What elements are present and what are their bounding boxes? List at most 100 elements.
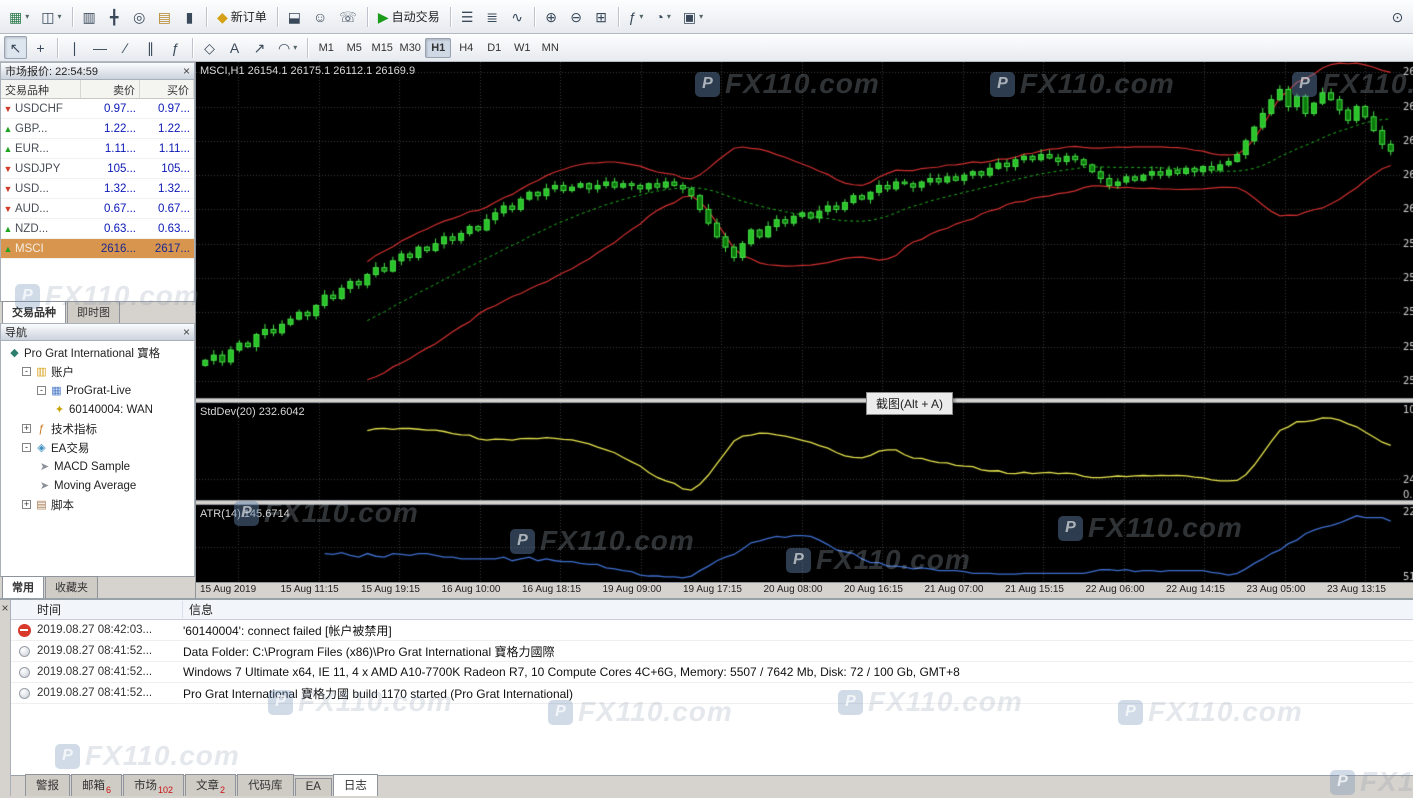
chart-line-button[interactable]: ∿ bbox=[506, 5, 529, 28]
timeframe-m15[interactable]: M15 bbox=[369, 38, 395, 58]
terminal-tab-邮箱[interactable]: 邮箱 6 bbox=[71, 774, 123, 796]
terminal-tabs: 警报 邮箱 6 市场 102 文章 2 代码库 EA 日志 bbox=[11, 774, 1413, 796]
log-row[interactable]: 2019.08.27 08:41:52... Pro Grat Internati… bbox=[11, 683, 1413, 704]
tree-item[interactable]: + ƒ 技术指标 bbox=[1, 419, 194, 438]
market-watch-tab[interactable]: 即时图 bbox=[67, 301, 120, 323]
market-watch-row[interactable]: ▼ USDCHF 0.97... 0.97... bbox=[1, 99, 194, 119]
market-watch-row[interactable]: ▲ MSCI 2616... 2617... bbox=[1, 239, 194, 259]
tile-windows-button[interactable]: ⊞ bbox=[590, 5, 613, 28]
expand-icon[interactable]: + bbox=[22, 424, 31, 433]
timeframe-mn[interactable]: MN bbox=[537, 38, 563, 58]
new-order-button[interactable]: ◆ 新订单 bbox=[212, 5, 272, 28]
column-header[interactable]: 买价 bbox=[140, 80, 194, 98]
timeframe-m1[interactable]: M1 bbox=[313, 38, 339, 58]
column-header[interactable]: 交易品种 bbox=[1, 80, 81, 98]
fibonacci-button[interactable]: ƒ bbox=[164, 36, 187, 59]
zoom-out-button[interactable]: ⊖ bbox=[565, 5, 588, 28]
arrow-up-icon: ▲ bbox=[3, 243, 13, 254]
timeframe-w1[interactable]: W1 bbox=[509, 38, 535, 58]
metaeditor-button[interactable]: ⬓ bbox=[283, 5, 306, 28]
log-row[interactable]: 2019.08.27 08:41:52... Data Folder: C:\Pr… bbox=[11, 641, 1413, 662]
close-icon[interactable]: × bbox=[183, 326, 190, 338]
new-chart-button[interactable]: ▦ ▾ bbox=[4, 5, 34, 28]
market-watch-row[interactable]: ▼ AUD... 0.67... 0.67... bbox=[1, 199, 194, 219]
market-watch-row[interactable]: ▲ GBP... 1.22... 1.22... bbox=[1, 119, 194, 139]
zoom-in-button[interactable]: ⊕ bbox=[540, 5, 563, 28]
terminal-column-message[interactable]: 信息 bbox=[183, 601, 1413, 618]
terminal-tab-文章[interactable]: 文章 2 bbox=[185, 774, 237, 796]
timeframe-h4[interactable]: H4 bbox=[453, 38, 479, 58]
shapes-button[interactable]: ◇ bbox=[198, 36, 221, 59]
close-icon[interactable]: × bbox=[1, 602, 8, 614]
new-order-icon: ◆ bbox=[216, 8, 228, 25]
strategy-tester-button[interactable]: ▮ bbox=[178, 5, 201, 28]
terminal-tab-日志[interactable]: 日志 bbox=[332, 774, 378, 796]
timeframe-m30[interactable]: M30 bbox=[397, 38, 423, 58]
trendline-button[interactable]: ∕ bbox=[114, 36, 137, 59]
tree-item[interactable]: ◆ Pro Grat International 寶格 bbox=[1, 343, 194, 362]
autotrading-button[interactable]: ▶ 自动交易 bbox=[373, 5, 445, 28]
indicators-button[interactable]: ƒ ▾ bbox=[624, 5, 649, 28]
navigator-button[interactable]: ◎ bbox=[128, 5, 151, 28]
tree-item[interactable]: - ▦ ProGrat-Live bbox=[1, 381, 194, 400]
support-button[interactable]: ☏ bbox=[334, 5, 362, 28]
tree-item[interactable]: - ▥ 账户 bbox=[1, 362, 194, 381]
tree-item[interactable]: ➤ MACD Sample bbox=[1, 457, 194, 476]
column-header[interactable]: 卖价 bbox=[81, 80, 140, 98]
folder-icon: ▥ bbox=[36, 366, 47, 378]
market-watch-row[interactable]: ▲ EUR... 1.11... 1.11... bbox=[1, 139, 194, 159]
expand-icon[interactable]: + bbox=[22, 500, 31, 509]
symbol-name: MSCI bbox=[15, 242, 44, 255]
horizontal-line-button[interactable]: ― bbox=[88, 36, 112, 59]
toolbar-separator bbox=[617, 6, 619, 27]
close-icon[interactable]: × bbox=[183, 65, 190, 77]
log-row[interactable]: 2019.08.27 08:41:52... Windows 7 Ultimate… bbox=[11, 662, 1413, 683]
experts-button[interactable]: ☺ bbox=[308, 5, 332, 28]
chart-canvas[interactable] bbox=[196, 62, 1413, 582]
text-button[interactable]: A bbox=[223, 36, 246, 59]
market-watch-tab[interactable]: 交易品种 bbox=[2, 301, 66, 323]
profiles-icon: ◫ bbox=[41, 8, 55, 25]
channel-button[interactable]: ∥ bbox=[139, 36, 162, 59]
collapse-icon[interactable]: - bbox=[22, 443, 31, 452]
timeframe-d1[interactable]: D1 bbox=[481, 38, 507, 58]
bid-price: 0.97... bbox=[104, 102, 136, 115]
tree-item-label: ProGrat-Live bbox=[66, 384, 132, 397]
market-watch-row[interactable]: ▼ USD... 1.32... 1.32... bbox=[1, 179, 194, 199]
timeframe-h1[interactable]: H1 bbox=[425, 37, 452, 58]
chart-ohlc-label: MSCI,H1 26154.1 26175.1 26112.1 26169.9 bbox=[200, 65, 416, 77]
data-window-button[interactable]: ╋ bbox=[103, 5, 126, 28]
terminal-tab-代码库[interactable]: 代码库 bbox=[237, 774, 294, 796]
market-watch-row[interactable]: ▼ USDJPY 105... 105... bbox=[1, 159, 194, 179]
cycles-button[interactable]: ◠ ▾ bbox=[273, 36, 302, 59]
profiles-button[interactable]: ◫ ▾ bbox=[36, 5, 66, 28]
search-button[interactable]: ⊙ bbox=[1386, 5, 1409, 28]
tree-item[interactable]: ➤ Moving Average bbox=[1, 476, 194, 495]
navigator-tab[interactable]: 收藏夹 bbox=[45, 576, 98, 598]
collapse-icon[interactable]: - bbox=[37, 386, 46, 395]
terminal-tab-警报[interactable]: 警报 bbox=[25, 774, 70, 796]
market-watch-button[interactable]: ▥ bbox=[78, 5, 101, 28]
terminal-button[interactable]: ▤ bbox=[153, 5, 176, 28]
timeframe-m5[interactable]: M5 bbox=[341, 38, 367, 58]
tree-item[interactable]: + ▤ 脚本 bbox=[1, 495, 194, 514]
tree-item[interactable]: - ◈ EA交易 bbox=[1, 438, 194, 457]
time-axis[interactable]: 15 Aug 2019 15 Aug 11:15 15 Aug 19:15 16 Au… bbox=[196, 582, 1413, 598]
terminal-tab-市场[interactable]: 市场 102 bbox=[123, 774, 185, 796]
crosshair-button[interactable]: + bbox=[29, 36, 52, 59]
collapse-icon[interactable]: - bbox=[22, 367, 31, 376]
chart-candles-button[interactable]: ≣ bbox=[481, 5, 504, 28]
log-row[interactable]: 2019.08.27 08:42:03... '60140004': connec… bbox=[11, 620, 1413, 641]
terminal-column-time[interactable]: 时间 bbox=[11, 601, 183, 618]
terminal-tab-EA[interactable]: EA bbox=[294, 778, 332, 796]
cursor-button[interactable]: ↖ bbox=[4, 36, 27, 59]
arrows-button[interactable]: ↗ bbox=[248, 36, 271, 59]
tree-item[interactable]: ✦ 60140004: WAN bbox=[1, 400, 194, 419]
vertical-line-icon: ∣ bbox=[71, 39, 78, 56]
chart-bars-button[interactable]: ☰ bbox=[456, 5, 479, 28]
navigator-tab[interactable]: 常用 bbox=[2, 576, 44, 598]
periods-button[interactable]: ◔ ▾ bbox=[650, 5, 675, 28]
vertical-line-button[interactable]: ∣ bbox=[63, 36, 86, 59]
templates-button[interactable]: ▣ ▾ bbox=[678, 5, 708, 28]
market-watch-row[interactable]: ▲ NZD... 0.63... 0.63... bbox=[1, 219, 194, 239]
